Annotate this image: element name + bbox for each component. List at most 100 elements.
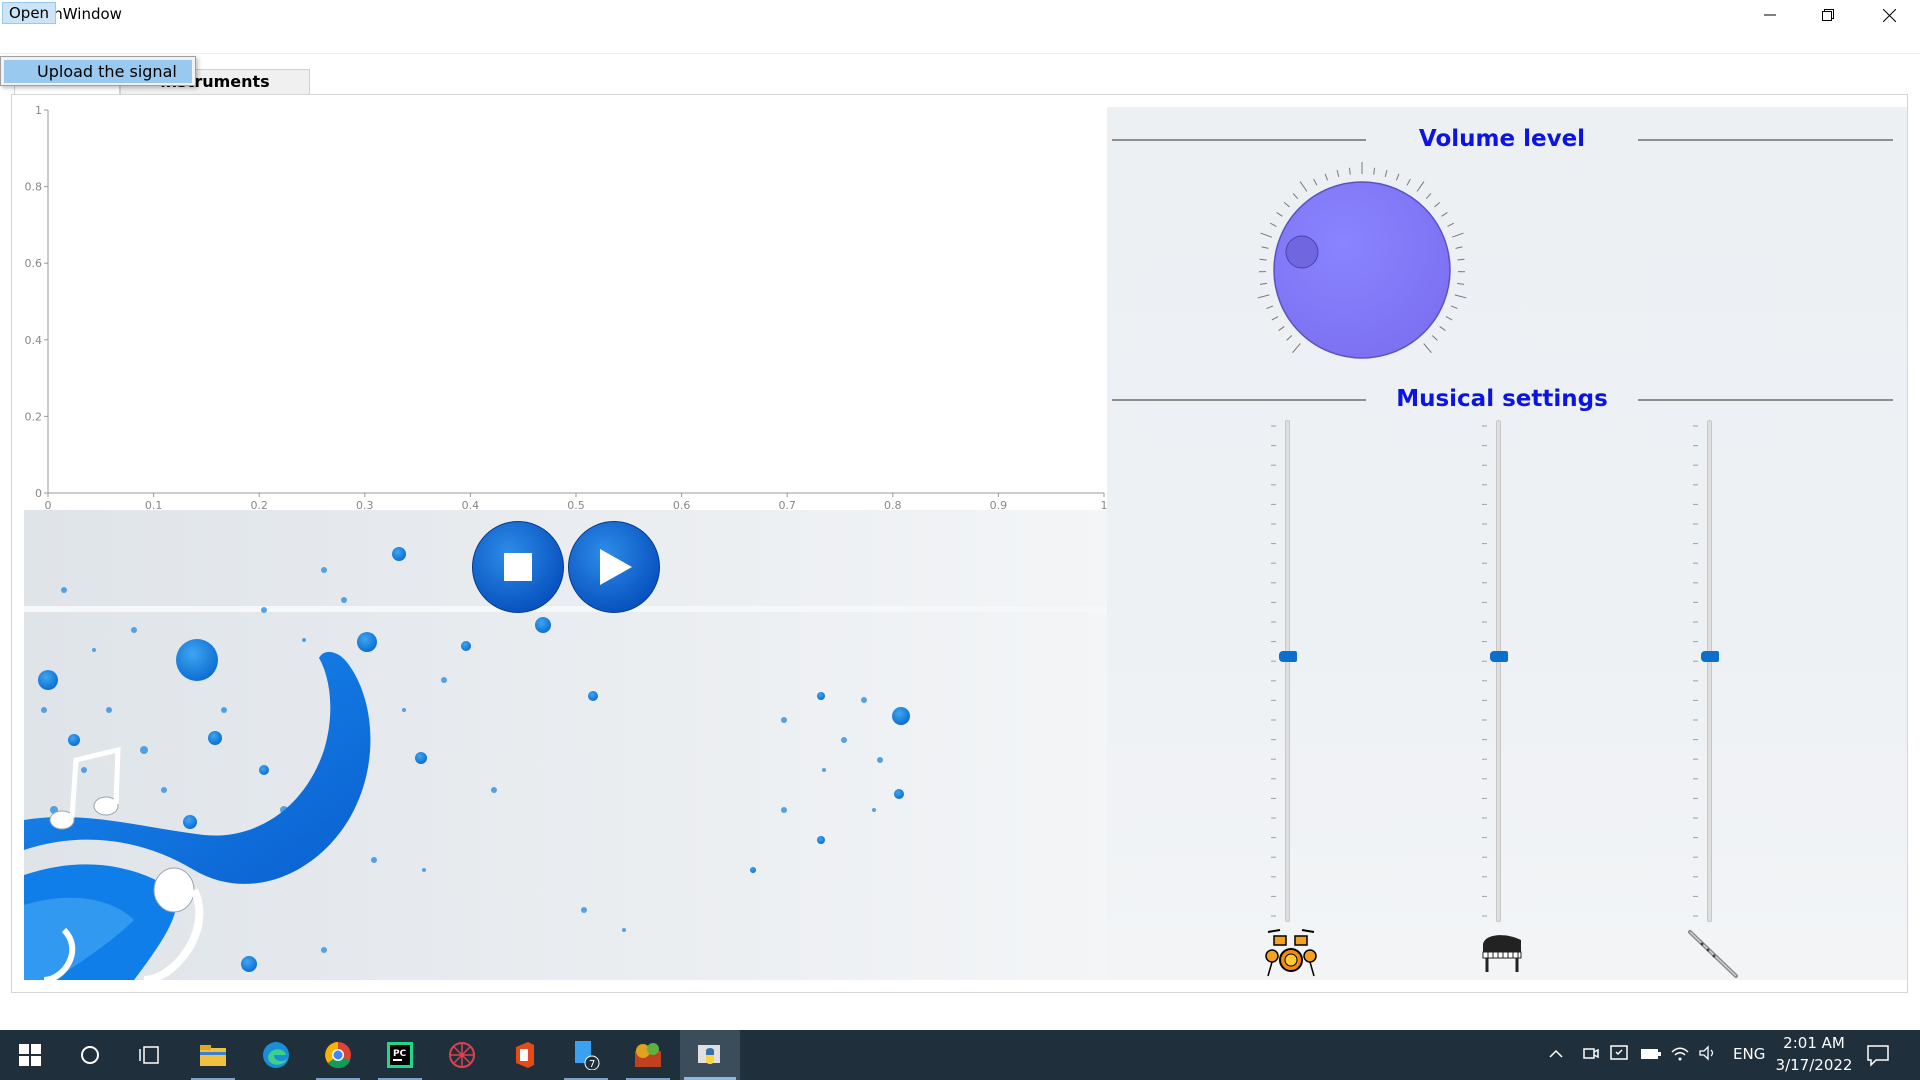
dial-tick xyxy=(1271,316,1279,321)
y-tick-label: 0 xyxy=(35,487,42,500)
volume-knob xyxy=(1257,162,1467,359)
x-tick-label: 0 xyxy=(45,499,52,510)
menu-item-upload-signal[interactable]: Upload the signal xyxy=(4,60,192,83)
dial-tick xyxy=(1336,169,1340,177)
taskbar-app-red[interactable] xyxy=(432,1030,492,1080)
minimize-icon xyxy=(1764,14,1776,16)
wifi-icon[interactable] xyxy=(1670,1044,1690,1066)
dial-tick xyxy=(1452,232,1464,238)
slider-ticks xyxy=(1271,425,1276,917)
dial-tick xyxy=(1299,181,1308,192)
windows-icon xyxy=(19,1044,41,1066)
taskbar-pycharm[interactable]: PC xyxy=(370,1030,430,1080)
task-view-button[interactable] xyxy=(120,1030,180,1080)
flute-slider[interactable] xyxy=(1684,420,1724,922)
volume-dial[interactable] xyxy=(1252,160,1472,380)
start-button[interactable] xyxy=(0,1030,60,1080)
x-tick-label: 0.8 xyxy=(884,499,902,510)
cortana-icon xyxy=(81,1046,99,1064)
signal-plot[interactable]: 0 0.1 0.2 0.3 0.4 0.5 0.6 0.7 0.8 0.9 1 0 0.2 0.4 0.6 0… xyxy=(14,100,1108,512)
drums-icon xyxy=(1264,926,1318,980)
slider-ticks xyxy=(1693,425,1698,917)
spider-web-icon xyxy=(449,1042,475,1068)
edge-icon xyxy=(263,1042,289,1068)
drums-slider[interactable] xyxy=(1262,420,1302,922)
dial-tick xyxy=(1441,211,1448,217)
restore-icon xyxy=(1822,9,1834,21)
battery-icon[interactable] xyxy=(1640,1046,1662,1065)
x-tick-label: 0.1 xyxy=(145,499,163,510)
dial-tick xyxy=(1269,222,1277,227)
security-icon[interactable] xyxy=(1610,1044,1628,1066)
x-tick-label: 0.6 xyxy=(673,499,691,510)
clock-date[interactable]: 3/17/2022 xyxy=(1770,1056,1858,1074)
dial-tick xyxy=(1439,326,1446,331)
dial-tick xyxy=(1456,282,1465,285)
dial-tick xyxy=(1260,232,1272,238)
dial-tick xyxy=(1423,343,1432,354)
x-tick-label: 0.2 xyxy=(250,499,268,510)
python-icon xyxy=(698,1045,720,1064)
game-icon xyxy=(635,1043,661,1067)
piano-slider[interactable] xyxy=(1473,420,1513,922)
close-icon xyxy=(1882,8,1896,22)
musical-title: Musical settings xyxy=(1396,386,1608,412)
svg-text:PC: PC xyxy=(393,1049,407,1059)
taskbar-chrome[interactable] xyxy=(308,1030,368,1080)
dial-tick xyxy=(1266,305,1274,310)
stop-icon xyxy=(504,553,532,581)
taskbar-game[interactable] xyxy=(618,1030,678,1080)
volume-tray-icon[interactable] xyxy=(1698,1044,1718,1066)
y-tick-label: 1 xyxy=(35,104,42,117)
dial-tick xyxy=(1261,246,1269,249)
dial-tick xyxy=(1455,246,1463,249)
volume-divider-left xyxy=(1112,139,1366,141)
dial-tick xyxy=(1373,167,1376,175)
stop-button[interactable] xyxy=(472,521,564,613)
play-icon xyxy=(600,549,632,585)
language-indicator[interactable]: ENG xyxy=(1733,1045,1765,1063)
dial-tick xyxy=(1257,294,1270,299)
minimize-button[interactable] xyxy=(1741,0,1799,30)
meet-now-icon[interactable] xyxy=(1582,1044,1600,1066)
dial-tick xyxy=(1416,181,1425,192)
dial-tick xyxy=(1259,258,1267,261)
taskbar-notes[interactable]: 7 xyxy=(556,1030,616,1080)
x-tick-label: 0.4 xyxy=(462,499,480,510)
dial-tick xyxy=(1348,167,1351,175)
knob-indicator xyxy=(1285,235,1319,269)
dial-tick xyxy=(1384,169,1388,177)
chrome-icon xyxy=(325,1042,351,1069)
x-tick-label: 0.5 xyxy=(567,499,585,510)
notes-icon: 7 xyxy=(575,1041,600,1070)
dial-tick xyxy=(1447,222,1455,227)
taskbar-file-explorer[interactable] xyxy=(183,1030,243,1080)
taskbar-office[interactable] xyxy=(494,1030,554,1080)
dial-tick xyxy=(1292,343,1301,354)
close-button[interactable] xyxy=(1860,0,1918,30)
musical-divider-left xyxy=(1112,399,1366,401)
play-button[interactable] xyxy=(568,521,660,613)
slider-handle[interactable] xyxy=(1279,651,1297,662)
dial-tick xyxy=(1395,173,1400,181)
volume-title: Volume level xyxy=(1418,126,1586,152)
volume-divider-right xyxy=(1638,139,1893,141)
menu-open[interactable]: Open xyxy=(2,2,57,24)
taskbar-python[interactable] xyxy=(680,1030,740,1080)
notification-center-icon[interactable] xyxy=(1866,1043,1890,1071)
restore-button[interactable] xyxy=(1799,0,1857,30)
x-tick-label: 0.3 xyxy=(356,499,374,510)
taskbar-edge[interactable] xyxy=(246,1030,306,1080)
tray-chevron-icon[interactable] xyxy=(1548,1046,1564,1066)
slider-track[interactable] xyxy=(1707,420,1712,922)
slider-track[interactable] xyxy=(1285,420,1290,922)
slider-handle[interactable] xyxy=(1490,651,1508,662)
y-tick-label: 0.2 xyxy=(25,410,43,423)
slider-track[interactable] xyxy=(1496,420,1501,922)
task-view-icon xyxy=(139,1046,159,1064)
search-button[interactable] xyxy=(60,1030,120,1080)
clock-time[interactable]: 2:01 AM xyxy=(1776,1034,1852,1052)
x-tick-label: 0.9 xyxy=(990,499,1008,510)
slider-handle[interactable] xyxy=(1701,651,1719,662)
pycharm-icon: PC xyxy=(387,1042,413,1068)
